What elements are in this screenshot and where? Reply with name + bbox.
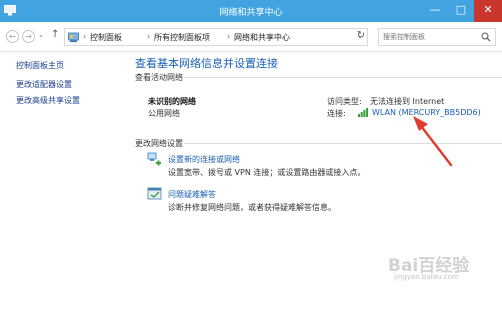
sidebar: 控制面板主页 更改适配器设置 更改高级共享设置 xyxy=(0,52,122,329)
search-box[interactable] xyxy=(378,28,496,46)
recent-locations-button[interactable]: ⌄ xyxy=(38,31,44,39)
breadcrumb-separator: › xyxy=(83,32,87,41)
forward-button[interactable]: → xyxy=(22,30,35,43)
troubleshoot-icon xyxy=(147,187,162,200)
back-button[interactable]: ← xyxy=(6,30,19,43)
search-icon[interactable] xyxy=(481,32,491,42)
breadcrumb[interactable]: › 控制面板 › 所有控制面板项 › 网络和共享中心 ⌄ xyxy=(64,28,368,46)
up-button[interactable]: ↑ xyxy=(51,29,59,40)
main-content: 查看基本网络信息并设置连接 查看活动网络 未识别的网络 公用网络 访问类型: 无… xyxy=(122,52,502,329)
change-settings-header: 更改网络设置 xyxy=(135,139,183,148)
control-panel-icon xyxy=(68,32,79,43)
wifi-signal-icon xyxy=(358,108,368,117)
access-type-value: 无法连接到 Internet xyxy=(370,97,445,106)
maximize-button[interactable]: □ xyxy=(448,0,474,22)
title-bar: 网络和共享中心 — □ ✕ xyxy=(0,0,502,22)
address-bar: ← → ⌄ ↑ › 控制面板 › 所有控制面板项 › 网络和共享中心 ⌄ ↻ xyxy=(0,22,502,52)
connection-label: 连接: xyxy=(327,109,346,118)
refresh-button[interactable]: ↻ xyxy=(354,30,368,44)
wlan-connection-link[interactable]: WLAN (MERCURY_BB5DD6) xyxy=(372,108,481,117)
close-button[interactable]: ✕ xyxy=(474,0,502,22)
setup-new-connection-link[interactable]: 设置新的连接或网络 xyxy=(168,154,240,165)
search-input[interactable] xyxy=(383,31,473,43)
access-type-label: 访问类型: xyxy=(327,97,362,106)
breadcrumb-control-panel[interactable]: 控制面板 xyxy=(90,32,122,43)
sidebar-item-adapter-settings[interactable]: 更改适配器设置 xyxy=(16,79,72,90)
breadcrumb-all-items[interactable]: 所有控制面板项 xyxy=(154,32,210,43)
baidu-jingyan-watermark: Bai百经验 jingyan.baidu.com xyxy=(388,251,498,287)
section-divider xyxy=(184,143,502,144)
page-title: 查看基本网络信息并设置连接 xyxy=(135,57,278,70)
section-divider xyxy=(184,77,502,78)
network-name: 未识别的网络 xyxy=(148,97,196,106)
watermark-url: jingyan.baidu.com xyxy=(394,273,459,281)
troubleshoot-desc: 诊断并修复网络问题，或者获得疑难解答信息。 xyxy=(168,203,336,212)
breadcrumb-separator: › xyxy=(227,32,231,41)
sidebar-item-sharing-settings[interactable]: 更改高级共享设置 xyxy=(16,95,80,106)
active-networks-header: 查看活动网络 xyxy=(135,73,183,82)
network-setup-icon xyxy=(147,152,161,166)
setup-new-connection-desc: 设置宽带、拨号或 VPN 连接；或设置路由器或接入点。 xyxy=(168,168,366,177)
breadcrumb-separator: › xyxy=(147,32,151,41)
troubleshoot-link[interactable]: 问题疑难解答 xyxy=(168,189,216,200)
minimize-button[interactable]: — xyxy=(422,0,448,22)
network-type: 公用网络 xyxy=(148,109,180,118)
sidebar-item-control-panel-home[interactable]: 控制面板主页 xyxy=(16,60,64,71)
breadcrumb-network-center[interactable]: 网络和共享中心 xyxy=(234,32,290,43)
